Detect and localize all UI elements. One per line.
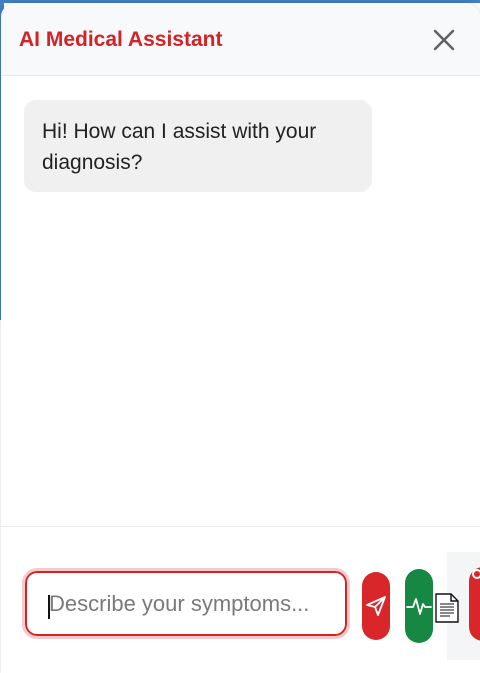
- chat-header: AI Medical Assistant: [1, 3, 480, 76]
- pulse-icon: [406, 598, 432, 615]
- close-icon: [433, 29, 455, 51]
- chat-widget: AI Medical Assistant Hi! How can I assis…: [1, 3, 480, 673]
- chat-title: AI Medical Assistant: [19, 28, 223, 51]
- send-icon: [366, 596, 386, 616]
- message-list: Hi! How can I assist with your diagnosis…: [1, 76, 480, 526]
- symptom-input[interactable]: [22, 568, 350, 639]
- close-button[interactable]: [427, 23, 461, 57]
- send-button[interactable]: [362, 572, 390, 640]
- text-caret: [48, 595, 50, 619]
- document-button[interactable]: [434, 593, 460, 623]
- composer: [1, 527, 480, 673]
- assistant-message: Hi! How can I assist with your diagnosis…: [24, 100, 372, 192]
- partial-button-icon: [472, 569, 480, 579]
- document-icon: [435, 593, 459, 623]
- vitals-button[interactable]: [405, 569, 433, 643]
